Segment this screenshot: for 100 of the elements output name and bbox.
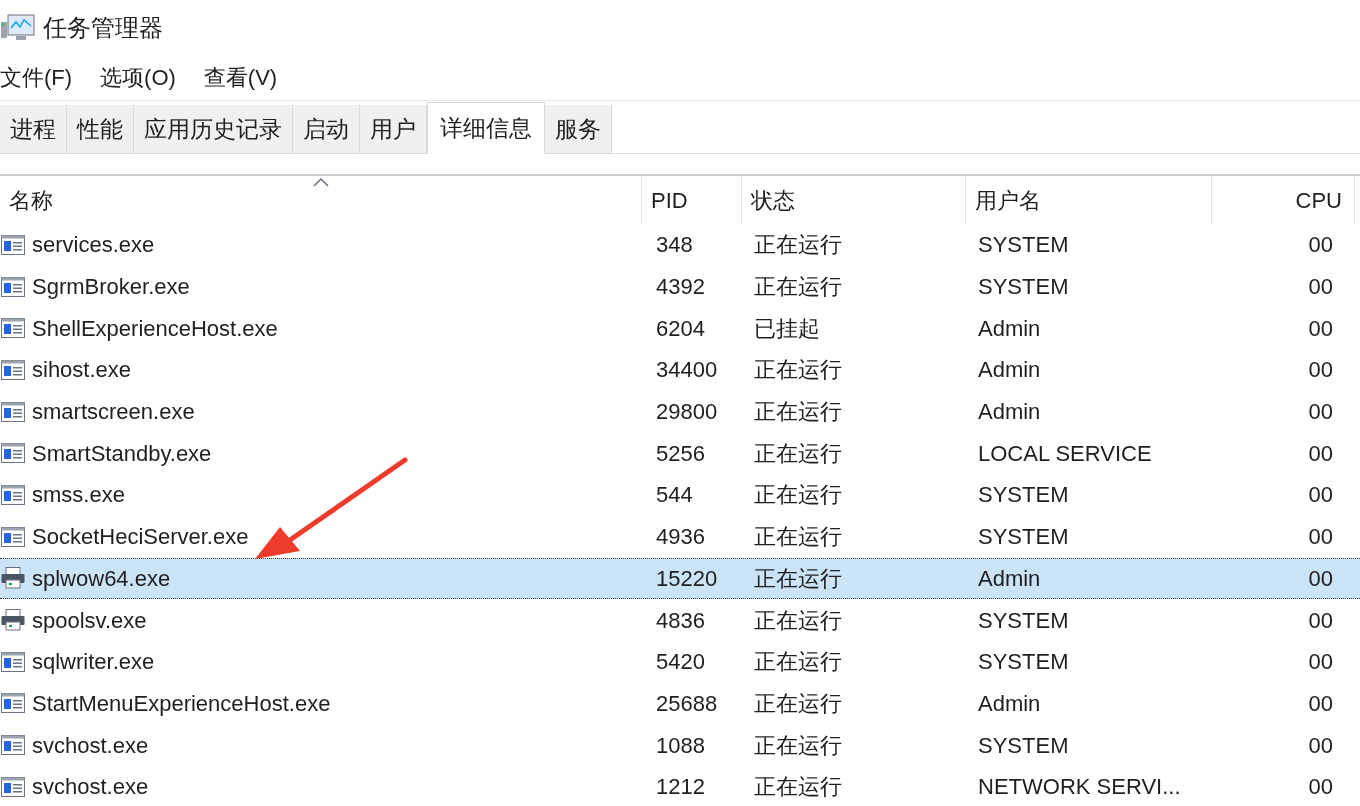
process-row[interactable]: splwow64.exe 15220 正在运行 Admin 00 (0, 557, 1360, 600)
status-text: 正在运行 (754, 690, 842, 716)
user-text: Admin (978, 399, 1041, 425)
process-row[interactable]: spoolsv.exe 4836 正在运行 SYSTEM 00 (0, 599, 1360, 641)
column-header[interactable]: 名称 (0, 176, 642, 224)
cpu-text: 00 (1308, 773, 1333, 802)
pid-text: 4392 (656, 274, 705, 300)
tab[interactable]: 用户 (360, 105, 427, 153)
process-name: StartMenuExperienceHost.exe (32, 689, 331, 718)
process-name: svchost.exe (32, 731, 149, 760)
tab[interactable]: 进程 (0, 105, 67, 153)
process-name: smss.exe (32, 481, 125, 510)
status-text: 已挂起 (754, 315, 820, 341)
printer-icon (1, 567, 25, 590)
window-title: 任务管理器 (43, 12, 163, 43)
status-text: 正在运行 (754, 482, 842, 508)
tab[interactable]: 详细信息 (427, 102, 545, 154)
user-text: SYSTEM (978, 232, 1069, 258)
pid-text: 1088 (656, 732, 705, 758)
status-text: 正在运行 (754, 524, 842, 550)
process-name: splwow64.exe (32, 564, 171, 593)
process-row[interactable]: SocketHeciServer.exe 4936 正在运行 SYSTEM 00 (0, 515, 1360, 558)
tab[interactable]: 应用历史记录 (134, 105, 293, 153)
status-text: 正在运行 (754, 399, 842, 425)
user-text: NETWORK SERVI... (978, 774, 1181, 800)
status-text: 正在运行 (754, 649, 842, 675)
process-name: services.exe (32, 231, 155, 260)
cpu-text: 00 (1308, 314, 1333, 343)
pid-text: 348 (656, 232, 693, 258)
process-name: sqlwriter.exe (32, 648, 155, 677)
pid-text: 1212 (656, 774, 705, 800)
menu-item[interactable]: 选项(O) (100, 61, 176, 94)
cpu-text: 00 (1308, 523, 1333, 552)
user-text: LOCAL SERVICE (978, 440, 1152, 466)
pid-text: 5256 (656, 440, 705, 466)
process-row[interactable]: ShellExperienceHost.exe 6204 已挂起 Admin 00 (0, 307, 1360, 350)
user-text: SYSTEM (978, 274, 1069, 300)
user-text: Admin (978, 315, 1041, 341)
process-row[interactable]: svchost.exe 1088 正在运行 SYSTEM 00 (0, 724, 1360, 766)
cpu-text: 00 (1308, 273, 1333, 302)
status-text: 正在运行 (754, 440, 842, 466)
pid-text: 544 (656, 482, 693, 508)
tab[interactable]: 启动 (293, 105, 360, 153)
pid-text: 29800 (656, 399, 718, 425)
user-text: SYSTEM (978, 482, 1069, 508)
status-text: 正在运行 (754, 357, 842, 383)
process-row[interactable]: SgrmBroker.exe 4392 正在运行 SYSTEM 00 (0, 265, 1360, 308)
column-header[interactable]: CPU (1212, 176, 1355, 224)
user-text: SYSTEM (978, 607, 1069, 633)
status-text: 正在运行 (754, 565, 842, 591)
process-name: spoolsv.exe (32, 606, 147, 635)
process-row[interactable]: SmartStandby.exe 5256 正在运行 LOCAL SERVICE 00 (0, 432, 1360, 475)
pid-text: 4836 (656, 607, 705, 633)
status-text: 正在运行 (754, 232, 842, 258)
user-text: SYSTEM (978, 649, 1069, 675)
process-row[interactable]: sihost.exe 34400 正在运行 Admin 00 (0, 349, 1360, 391)
pid-text: 5420 (656, 649, 705, 675)
menu-item[interactable]: 文件(F) (0, 61, 73, 94)
process-name: ShellExperienceHost.exe (32, 314, 278, 343)
process-name: smartscreen.exe (32, 398, 195, 427)
process-name: SgrmBroker.exe (32, 273, 190, 302)
process-row[interactable]: services.exe 348 正在运行 SYSTEM 00 (0, 224, 1360, 266)
pid-text: 15220 (656, 565, 718, 591)
sort-up-icon (312, 178, 329, 187)
cpu-text: 00 (1308, 231, 1333, 260)
user-text: Admin (978, 690, 1041, 716)
process-name: svchost.exe (32, 773, 149, 802)
user-text: Admin (978, 357, 1041, 383)
process-row[interactable]: smss.exe 544 正在运行 SYSTEM 00 (0, 474, 1360, 516)
tab[interactable]: 性能 (67, 105, 134, 153)
status-text: 正在运行 (754, 607, 842, 633)
cpu-text: 00 (1308, 439, 1333, 468)
column-header[interactable]: 用户名 (966, 176, 1212, 224)
cpu-text: 00 (1308, 481, 1333, 510)
pid-text: 34400 (656, 357, 718, 383)
menu-item[interactable]: 查看(V) (203, 61, 278, 94)
process-row[interactable]: sqlwriter.exe 5420 正在运行 SYSTEM 00 (0, 640, 1360, 683)
column-header[interactable]: PID (642, 176, 742, 224)
cpu-text: 00 (1308, 398, 1333, 427)
status-text: 正在运行 (754, 774, 842, 800)
column-header[interactable]: 状态 (742, 176, 966, 224)
process-name: sihost.exe (32, 356, 132, 385)
cpu-text: 00 (1308, 731, 1333, 760)
process-name: SocketHeciServer.exe (32, 523, 249, 552)
user-text: Admin (978, 565, 1041, 591)
tab[interactable]: 服务 (545, 105, 612, 153)
user-text: SYSTEM (978, 524, 1069, 550)
status-text: 正在运行 (754, 732, 842, 758)
process-row[interactable]: smartscreen.exe 29800 正在运行 Admin 00 (0, 390, 1360, 433)
process-row[interactable]: StartMenuExperienceHost.exe 25688 正在运行 Admin 00 (0, 682, 1360, 725)
cpu-text: 00 (1308, 356, 1333, 385)
pid-text: 25688 (656, 690, 718, 716)
cpu-text: 00 (1308, 564, 1333, 593)
status-text: 正在运行 (754, 274, 842, 300)
process-name: SmartStandby.exe (32, 439, 212, 468)
process-row[interactable]: svchost.exe 1212 正在运行 NETWORK SERVI... 00 (0, 765, 1360, 806)
user-text: SYSTEM (978, 732, 1069, 758)
pid-text: 6204 (656, 315, 705, 341)
cpu-text: 00 (1308, 648, 1333, 677)
cpu-text: 00 (1308, 689, 1333, 718)
